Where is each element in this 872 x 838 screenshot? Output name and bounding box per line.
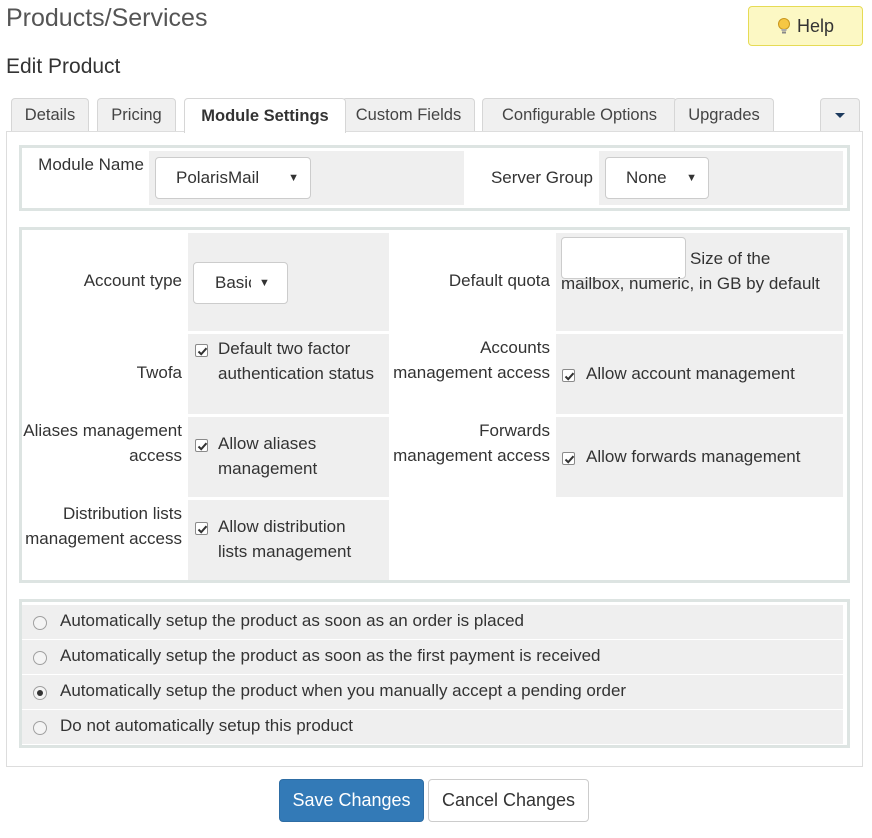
module-name-label: Module Name [38,155,144,174]
accounts-mgmt-cell: Allow account management [556,334,843,414]
tab-module-settings[interactable]: Module Settings [184,98,346,133]
default-quota-help: Size of the mailbox, numeric, in GB by d… [561,249,820,293]
server-group-label: Server Group [490,168,593,187]
twofa-cell: Default two factor authentication status [188,334,389,414]
setup-option-label: Automatically setup the product as soon … [60,611,524,630]
setup-options-box: Automatically setup the product as soon … [19,599,850,748]
twofa-text: Default two factor authentication status [218,339,374,383]
default-quota-cell: Size of the mailbox, numeric, in GB by d… [556,233,843,331]
help-label: Help [796,15,835,36]
setup-option-row[interactable]: Automatically setup the product as soon … [22,605,843,640]
triangle-down-icon: ▼ [259,277,270,289]
account-type-label: Account type [83,271,182,290]
tab-details[interactable]: Details [11,98,89,131]
module-box: Module Name PolarisMail ▼ Server Group N… [19,145,850,211]
tab-upgrades[interactable]: Upgrades [674,98,774,131]
triangle-down-icon: ▼ [288,172,299,184]
tab-pricing[interactable]: Pricing [97,98,176,131]
forwards-mgmt-checkbox[interactable] [562,452,575,465]
tab-custom-fields[interactable]: Custom Fields [342,98,475,131]
setup-option-row[interactable]: Automatically setup the product as soon … [22,640,843,675]
forwards-mgmt-text: Allow forwards management [586,447,801,466]
setup-option-row[interactable]: Automatically setup the product when you… [22,675,843,710]
forwards-mgmt-cell: Allow forwards management [556,417,843,497]
help-button[interactable]: Help [748,6,863,46]
module-name-cell: PolarisMail ▼ [149,151,464,205]
server-group-cell: None ▼ [599,151,843,205]
setup-option-radio[interactable] [33,651,47,665]
distlists-mgmt-label: Distribution lists management access [25,504,182,548]
setup-option-label: Automatically setup the product when you… [60,681,627,700]
module-settings-panel: Module Name PolarisMail ▼ Server Group N… [6,131,863,767]
distlists-mgmt-checkbox[interactable] [195,522,208,535]
account-type-value: Basic [215,273,251,292]
twofa-label: Twofa [136,363,182,382]
tab-configurable-options[interactable]: Configurable Options [482,98,677,131]
setup-option-label: Do not automatically setup this product [60,716,353,735]
server-group-value: None [626,168,667,187]
tab-more-dropdown[interactable] [820,98,860,131]
accounts-mgmt-checkbox[interactable] [562,369,575,382]
save-changes-button[interactable]: Save Changes [279,779,424,822]
server-group-select[interactable]: None ▼ [605,157,709,199]
setup-option-radio-selected[interactable] [33,686,47,700]
caret-down-icon [835,112,845,118]
distlists-mgmt-cell: Allow distribution lists management [188,500,389,580]
aliases-mgmt-checkbox[interactable] [195,439,208,452]
default-quota-label: Default quota [448,271,550,290]
accounts-mgmt-label: Accounts management access [393,338,550,382]
account-type-cell: Basic ▼ [188,233,389,331]
cancel-changes-button[interactable]: Cancel Changes [428,779,589,822]
forwards-mgmt-label: Forwards management access [393,421,550,465]
settings-box: Account type Basic ▼ Default quota Size … [19,227,850,583]
edit-product-heading: Edit Product [6,55,121,78]
accounts-mgmt-text: Allow account management [586,364,795,383]
aliases-mgmt-cell: Allow aliases management [188,417,389,497]
setup-option-radio[interactable] [33,721,47,735]
setup-option-row[interactable]: Do not automatically setup this product [22,710,843,745]
module-name-select[interactable]: PolarisMail ▼ [155,157,311,199]
aliases-mgmt-text: Allow aliases management [218,434,318,478]
setup-option-label: Automatically setup the product as soon … [60,646,601,665]
twofa-checkbox[interactable] [195,344,208,357]
module-name-value: PolarisMail [176,168,260,187]
lightbulb-icon [777,17,791,35]
distlists-mgmt-text: Allow distribution lists management [218,517,352,561]
triangle-down-icon: ▼ [686,172,697,184]
account-type-select[interactable]: Basic ▼ [193,262,288,304]
setup-option-radio[interactable] [33,616,47,630]
aliases-mgmt-label: Aliases management access [23,421,182,465]
page-title: Products/Services [6,4,208,32]
